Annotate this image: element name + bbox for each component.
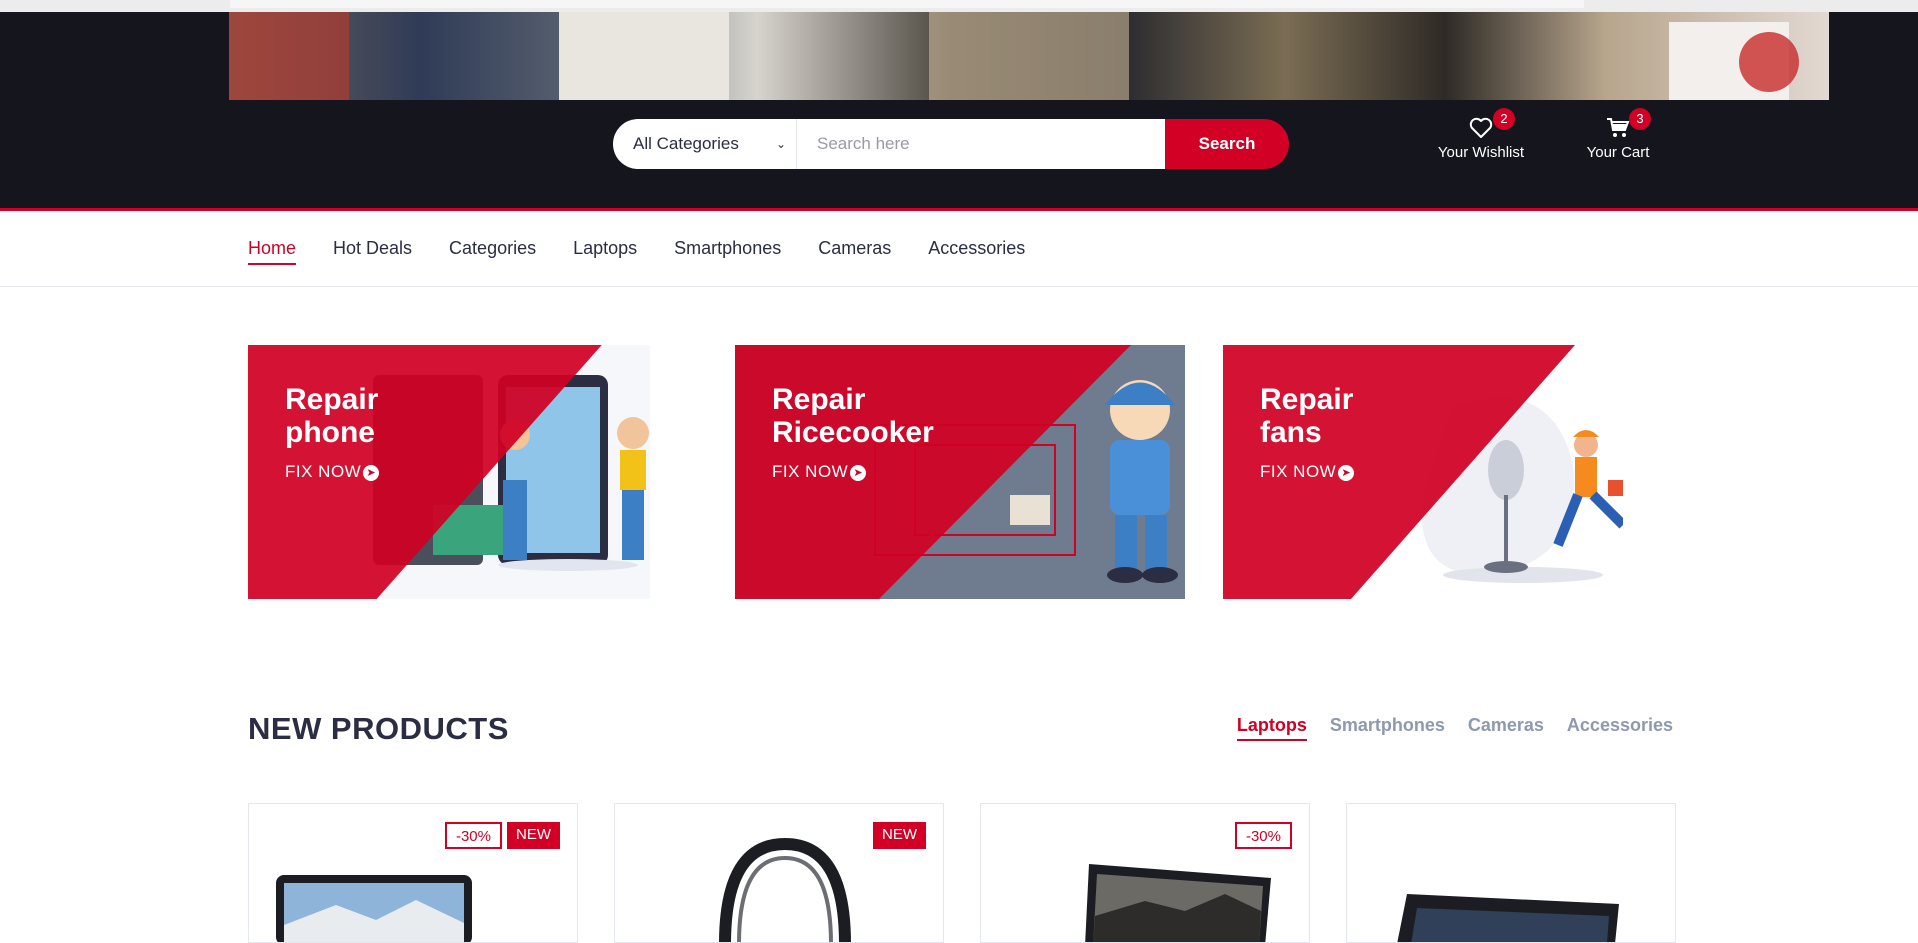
category-select-value: All Categories <box>633 134 739 153</box>
promo-fix-now-link[interactable]: FIX NOW ➤ <box>1260 462 1355 482</box>
header <box>0 12 1918 208</box>
product-card[interactable] <box>1346 803 1676 943</box>
promo-title: Repair fans <box>1260 383 1354 449</box>
product-tabs: Laptops Smartphones Cameras Accessories <box>1214 715 1673 741</box>
product-card[interactable]: -30% NEW <box>248 803 578 943</box>
nav-item-accessories[interactable]: Accessories <box>928 238 1025 265</box>
cart-label: Your Cart <box>1586 144 1650 161</box>
heart-icon <box>1431 117 1531 141</box>
promo-cta-label: FIX NOW <box>1260 462 1337 481</box>
arrow-circle-right-icon: ➤ <box>850 464 867 481</box>
promo-card-repair-fans[interactable]: Repair fans FIX NOW ➤ <box>1223 345 1623 599</box>
wishlist-label: Your Wishlist <box>1437 144 1525 161</box>
promo-fix-now-link[interactable]: FIX NOW ➤ <box>772 462 867 482</box>
arrow-circle-right-icon: ➤ <box>363 464 380 481</box>
product-labels: NEW <box>868 822 926 849</box>
product-image-headphones <box>705 834 865 942</box>
sale-badge: -30% <box>444 822 502 849</box>
search-input[interactable] <box>797 119 1165 169</box>
nav-item-categories[interactable]: Categories <box>449 238 536 265</box>
photo-shape <box>229 12 349 100</box>
chevron-down-icon: ⌄ <box>775 137 786 151</box>
nav-item-laptops[interactable]: Laptops <box>573 238 637 265</box>
promo-fix-now-link[interactable]: FIX NOW ➤ <box>285 462 380 482</box>
search-form: All Categories ⌄ Search <box>613 119 1289 169</box>
promo-card-repair-ricecooker[interactable]: Repair Ricecooker FIX NOW ➤ <box>735 345 1185 599</box>
arrow-circle-right-icon: ➤ <box>1338 464 1355 481</box>
cart-link[interactable]: Your Cart 3 <box>1578 108 1658 161</box>
promo-card-repair-phone[interactable]: Repair phone FIX NOW ➤ <box>248 345 650 599</box>
product-card[interactable]: -30% <box>980 803 1310 943</box>
wishlist-count-badge: 2 <box>1493 108 1515 130</box>
promo-title: Repair Ricecooker <box>772 383 934 449</box>
browser-top-strip <box>0 0 1918 12</box>
tab-smartphones[interactable]: Smartphones <box>1330 715 1445 741</box>
sale-badge: -30% <box>1234 822 1292 849</box>
nav-item-cameras[interactable]: Cameras <box>818 238 891 265</box>
nav-item-home[interactable]: Home <box>248 238 297 265</box>
new-badge: NEW <box>873 822 926 849</box>
tab-laptops[interactable]: Laptops <box>1236 715 1307 741</box>
cart-count-badge: 3 <box>1629 108 1651 130</box>
product-labels: -30% <box>1230 822 1292 849</box>
product-card[interactable]: NEW <box>614 803 944 943</box>
nav-item-hot-deals[interactable]: Hot Deals <box>333 238 412 265</box>
promo-title: Repair phone <box>285 383 379 449</box>
product-image-laptop <box>1085 856 1275 942</box>
tab-cameras[interactable]: Cameras <box>1468 715 1544 741</box>
search-button[interactable]: Search <box>1165 119 1289 169</box>
product-image-tablet <box>1397 884 1627 942</box>
header-banner-photo <box>229 12 1829 100</box>
nav-item-smartphones[interactable]: Smartphones <box>674 238 781 265</box>
top-strip-inner <box>230 0 1584 8</box>
category-select[interactable]: All Categories ⌄ <box>613 119 797 169</box>
photo-shape <box>929 12 1129 100</box>
wishlist-link[interactable]: Your Wishlist 2 <box>1431 108 1531 161</box>
photo-shape <box>559 12 729 100</box>
new-badge: NEW <box>507 822 560 849</box>
photo-shape <box>1739 32 1799 92</box>
promo-cta-label: FIX NOW <box>285 462 362 481</box>
product-labels: -30% NEW <box>440 822 560 849</box>
main-navigation: Home Hot Deals Categories Laptops Smartp… <box>0 208 1918 287</box>
tab-accessories[interactable]: Accessories <box>1567 715 1673 741</box>
section-title-new-products: NEW PRODUCTS <box>248 711 509 746</box>
product-image-laptop <box>276 875 472 942</box>
promo-cta-label: FIX NOW <box>772 462 849 481</box>
